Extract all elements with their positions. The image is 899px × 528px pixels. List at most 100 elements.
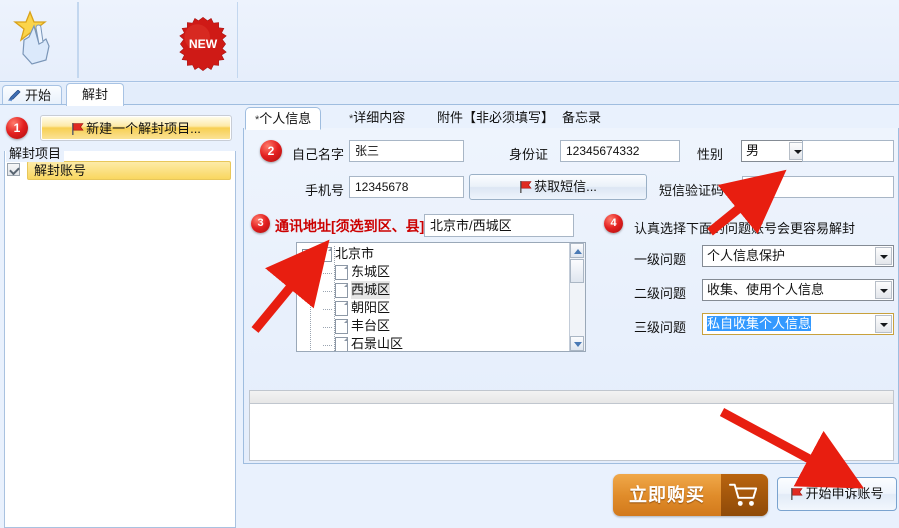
tree-node[interactable]: 丰台区 [297,317,567,335]
select-problem-level3[interactable]: 私自收集个人信息 [702,313,894,335]
red-flag-icon [791,488,804,500]
label-problem-level2: 二级问题 [634,286,687,301]
form-body: 2 自己名字 张三 身份证 12345674332 性别 男 电子邮箱 手机号 … [243,128,899,464]
shopping-cart-icon [729,483,758,506]
file-icon [319,247,332,262]
tree-node[interactable]: 北京市 [297,245,567,263]
content-panel: *个人信息 *详细内容 附件【非必须填写】 备忘录 2 自己名字 张三 身份证 … [243,105,899,528]
step-badge-1: 1 [6,117,28,139]
step-badge-3: 3 [251,214,270,233]
step-badge-4: 4 [604,214,623,233]
address-section-title: 通讯地址[须选到区、县] [275,218,425,234]
tree-node[interactable]: 海淀区 [297,351,567,352]
star-hand-icon [13,10,50,65]
new-badge-label: NEW [189,37,218,51]
tab-personal-info-label: 个人信息 [259,111,312,126]
tree-connector [323,291,333,292]
ribbon-cell-star[interactable] [0,2,78,78]
input-phone[interactable]: 12345678 [349,176,464,198]
project-list-box[interactable]: 解封账号 [4,151,236,528]
tab-memo-label: 备忘录 [562,110,602,125]
sidebar-panel: 1 新建一个解封项目... 解封项目 解封账号 全部选中 [0,105,240,528]
tree-node[interactable]: 石景山区 [297,335,567,351]
chevron-down-icon[interactable] [875,315,892,333]
file-icon [335,337,348,351]
buy-now-button[interactable]: 立即购买 [613,474,768,516]
tree-connector [323,345,333,346]
step-badge-3-label: 3 [251,214,270,233]
chevron-down-icon[interactable] [875,247,892,265]
step-badge-1-label: 1 [6,117,28,139]
input-email[interactable] [802,140,894,162]
application-window: NEW 开始 解封 1 新建一个解封项目... 解封项目 解封账号 *个人信息 … [0,0,899,528]
tree-expand-toggle[interactable] [302,249,311,258]
input-id[interactable]: 12345674332 [560,140,680,162]
chevron-down-icon[interactable] [875,281,892,299]
tab-attachments[interactable]: 附件【非必须填写】 [428,107,563,129]
input-selected-address[interactable]: 北京市/西城区 [424,214,574,237]
tree-connector [323,309,333,310]
tree-node-label: 东城区 [351,264,391,279]
input-sms-code[interactable] [742,176,894,198]
tree-connector [323,273,333,274]
label-problem-level3: 三级问题 [634,320,687,335]
tab-details[interactable]: *详细内容 [340,107,414,129]
tree-connector [323,327,333,328]
scroll-down-button[interactable] [570,336,584,351]
label-problem-level1: 一级问题 [634,252,687,267]
buy-now-label: 立即购买 [629,485,705,505]
memo-toolbar[interactable] [249,390,894,404]
file-icon [335,319,348,334]
tab-start-label: 开始 [25,88,52,103]
step-badge-2-label: 2 [260,140,282,162]
new-starburst-badge: NEW [179,16,227,72]
pen-icon [8,90,21,102]
start-appeal-button[interactable]: 开始申诉账号 [777,477,897,511]
tree-scrollbar[interactable] [569,243,585,351]
label-sms-code: 短信验证码--> [659,183,741,198]
get-sms-button[interactable]: 获取短信... [469,174,647,200]
input-name[interactable]: 张三 [349,140,464,162]
project-item-checkbox[interactable] [7,163,20,176]
tab-attachments-label: 附件【非必须填写】 [437,110,555,125]
step-badge-4-label: 4 [604,214,623,233]
scroll-up-button[interactable] [570,243,584,258]
tree-node-label: 丰台区 [351,318,391,333]
select-gender[interactable]: 男 [741,140,808,162]
ribbon-cell-new[interactable]: NEW [78,2,238,78]
tree-node[interactable]: 东城区 [297,263,567,281]
cart-section[interactable] [721,474,768,516]
tree-node[interactable]: 朝阳区 [297,299,567,317]
step-badge-2: 2 [260,140,282,162]
tab-personal-info[interactable]: *个人信息 [245,107,322,130]
scrollbar-thumb[interactable] [570,259,584,283]
select-problem-level3-value: 私自收集个人信息 [707,316,812,331]
file-icon [335,301,348,316]
memo-textarea[interactable] [249,404,894,461]
ribbon-toolbar: NEW [0,0,899,82]
list-item[interactable]: 解封账号 [7,161,235,181]
red-flag-icon [520,181,532,193]
tree-node-label: 石景山区 [351,336,404,351]
select-problem-level1-value: 个人信息保护 [707,248,786,263]
tree-node-label: 海淀区 [351,351,390,352]
new-project-button[interactable]: 新建一个解封项目... [40,115,232,141]
select-problem-level1[interactable]: 个人信息保护 [702,245,894,267]
new-project-label: 新建一个解封项目... [86,121,201,136]
group-label-projects: 解封项目 [6,143,65,162]
project-item-label: 解封账号 [27,161,231,180]
problem-hint: 认真选择下面的问题账号会更容易解封 [634,221,856,236]
start-appeal-label: 开始申诉账号 [805,486,884,501]
select-problem-level2[interactable]: 收集、使用个人信息 [702,279,894,301]
tab-unblock[interactable]: 解封 [66,83,124,106]
address-tree[interactable]: 北京市 东城区 西城区 朝阳区 丰台区 石景山区 [296,242,586,352]
tab-details-label: 详细内容 [353,110,406,125]
select-gender-value: 男 [746,143,760,158]
select-problem-level2-value: 收集、使用个人信息 [707,282,825,297]
label-gender: 性别 [697,147,724,162]
tree-node-label: 北京市 [335,246,375,261]
tree-node[interactable]: 西城区 [297,281,567,299]
tab-memo[interactable]: 备忘录 [553,107,610,129]
file-icon [335,351,348,352]
tab-start[interactable]: 开始 [2,85,63,105]
